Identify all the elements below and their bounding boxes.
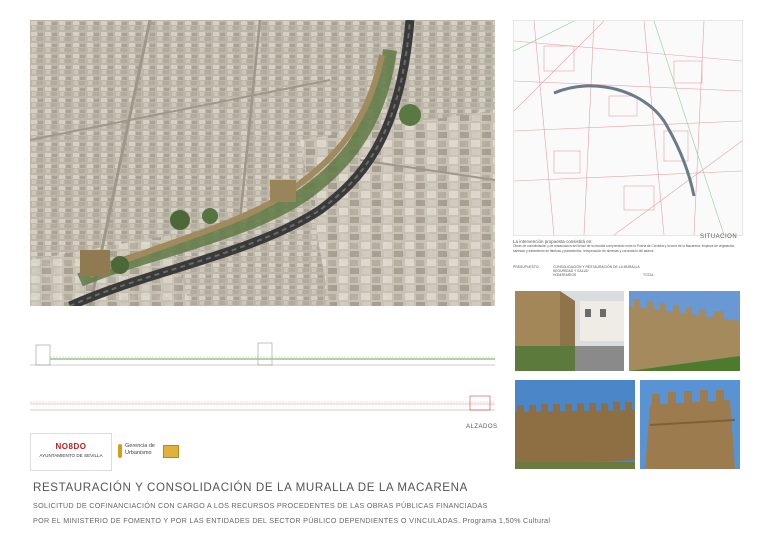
photo-wall-street [515,291,624,371]
photo-tower [640,380,740,469]
elevation-drawing-1 [30,335,495,373]
ayuntamiento-text: AYUNTAMIENTO DE SEVILLA [39,453,103,458]
gerencia-logo: Gerencia de Urbanismo [118,441,186,463]
photo-wall-battlements [629,291,740,371]
gerencia-line2: Urbanismo [125,450,152,456]
nodo-text: NO8DO [55,442,87,451]
project-title: RESTAURACIÓN Y CONSOLIDACIÓN DE LA MURAL… [33,481,468,494]
gerencia-icon [118,444,122,458]
junta-emblem-icon [163,445,179,458]
project-description: La intervención propuesta consistirá en:… [513,239,741,253]
subtitle-line-2: POR EL MINISTERIO DE FOMENTO Y POR LAS E… [33,516,551,525]
budget-block: PRESUPUESTO: CONSOLIDACIÓN Y RESTAURACIÓ… [513,265,741,277]
description-body: Obras de consolidación y de restauración… [513,244,736,253]
ayuntamiento-logo: NO8DO AYUNTAMIENTO DE SEVILLA [30,433,112,471]
gerencia-line1: Gerencia de [125,443,155,449]
total-label: TOTAL: [643,273,655,277]
elevations-label: ALZADOS [466,424,498,430]
budget-label: PRESUPUESTO: [513,265,540,269]
photo-wall-long [515,380,635,469]
aerial-view-image [30,20,495,306]
subtitle-line-1: SOLICITUD DE COFINANCIACIÓN CON CARGO A … [33,501,488,510]
location-map [513,20,743,236]
elevation-drawing-2 [30,386,495,416]
